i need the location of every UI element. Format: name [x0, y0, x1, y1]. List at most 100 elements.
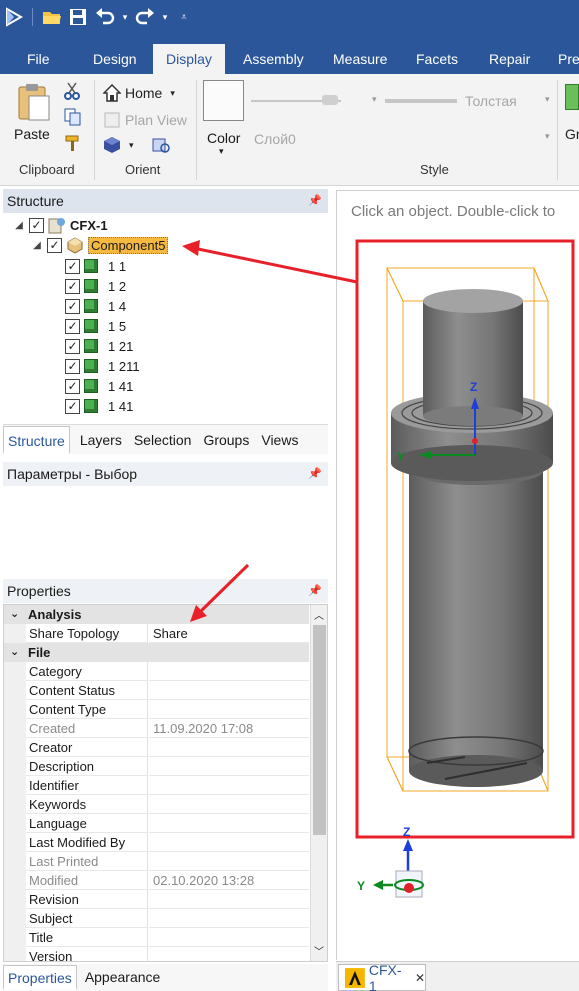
category-analysis[interactable]: ⌄ Analysis: [4, 605, 309, 624]
tree-body[interactable]: ✓ 1 41: [65, 377, 133, 395]
tree-body[interactable]: ✓ 1 21: [65, 337, 133, 355]
visibility-checkbox[interactable]: ✓: [29, 217, 44, 233]
property-row[interactable]: Identifier: [4, 776, 309, 795]
scroll-up-icon[interactable]: ︿: [314, 607, 324, 622]
property-value[interactable]: [149, 928, 309, 947]
paste-button[interactable]: Paste: [8, 80, 58, 150]
collapse-icon[interactable]: ◢: [13, 220, 25, 231]
property-value[interactable]: [149, 757, 309, 776]
property-row[interactable]: Modified 02.10.2020 13:28: [4, 871, 309, 890]
pin-icon[interactable]: 📌: [308, 462, 322, 486]
grid-button-icon[interactable]: [565, 84, 579, 110]
property-row[interactable]: Share Topology Share: [4, 624, 309, 643]
open-file-icon[interactable]: [39, 4, 65, 30]
property-row[interactable]: Keywords: [4, 795, 309, 814]
tab-selection[interactable]: Selection: [132, 426, 194, 454]
property-value[interactable]: [149, 833, 309, 852]
property-row[interactable]: Content Type: [4, 700, 309, 719]
property-row[interactable]: Subject: [4, 909, 309, 928]
view-cube-button[interactable]: ▾: [103, 136, 134, 154]
property-row[interactable]: Last Printed: [4, 852, 309, 871]
scroll-down-icon[interactable]: ﹀: [314, 943, 324, 958]
category-file[interactable]: ⌄ File: [4, 643, 309, 662]
tree-body[interactable]: ✓ 1 5: [65, 317, 126, 335]
tab-file[interactable]: File: [25, 44, 52, 74]
redo-icon[interactable]: [131, 4, 159, 30]
tab-measure[interactable]: Measure: [331, 44, 389, 74]
property-value[interactable]: [149, 700, 309, 719]
model-canvas[interactable]: Z Y Z Y: [337, 191, 579, 961]
properties-scrollbar[interactable]: ︿ ﹀: [310, 605, 327, 961]
property-value[interactable]: [149, 795, 309, 814]
property-value[interactable]: [149, 681, 309, 700]
property-row[interactable]: Version: [4, 947, 309, 961]
collapse-icon[interactable]: ◢: [31, 240, 43, 251]
tab-design[interactable]: Design: [91, 44, 139, 74]
scrollbar-thumb[interactable]: [313, 625, 326, 835]
copy-icon[interactable]: [64, 108, 82, 126]
home-button[interactable]: Home ▾: [103, 84, 175, 102]
line-weight-dropdown-icon[interactable]: ▾: [372, 94, 377, 105]
pin-icon[interactable]: 📌: [308, 579, 322, 603]
tree-root[interactable]: ◢ ✓ CFX-1: [13, 216, 108, 234]
visibility-checkbox[interactable]: ✓: [65, 278, 80, 294]
tab-appearance[interactable]: Appearance: [83, 965, 163, 990]
undo-icon[interactable]: [91, 4, 119, 30]
tree-body[interactable]: ✓ 1 211: [65, 357, 140, 375]
property-row[interactable]: Language: [4, 814, 309, 833]
property-row[interactable]: Last Modified By: [4, 833, 309, 852]
visibility-checkbox[interactable]: ✓: [65, 358, 80, 374]
layer-dropdown[interactable]: Слой0: [254, 131, 296, 147]
visibility-checkbox[interactable]: ✓: [65, 258, 80, 274]
visibility-checkbox[interactable]: ✓: [65, 378, 80, 394]
tab-views[interactable]: Views: [259, 426, 300, 454]
property-value[interactable]: Share: [149, 624, 309, 643]
close-icon[interactable]: ✕: [415, 971, 425, 985]
cut-icon[interactable]: [64, 82, 80, 100]
tree-body[interactable]: ✓ 1 1: [65, 257, 126, 275]
tab-facets[interactable]: Facets: [414, 44, 460, 74]
visibility-checkbox[interactable]: ✓: [65, 318, 80, 334]
spin-view-icon[interactable]: [150, 136, 170, 154]
customize-toolbar-icon[interactable]: ⩡: [171, 4, 197, 30]
tree-body[interactable]: ✓ 1 41: [65, 397, 133, 415]
viewport-3d[interactable]: Click an object. Double-click to Z Y Z Y: [336, 190, 579, 960]
tree-body[interactable]: ✓ 1 4: [65, 297, 126, 315]
document-tab[interactable]: CFX-1 ✕: [338, 962, 426, 991]
shaft-model[interactable]: [391, 289, 553, 787]
property-row[interactable]: Creator: [4, 738, 309, 757]
property-value[interactable]: [149, 738, 309, 757]
tab-prepare[interactable]: Pre: [556, 44, 579, 74]
color-button[interactable]: Color ▾: [203, 80, 245, 160]
property-row[interactable]: Description: [4, 757, 309, 776]
tab-repair[interactable]: Repair: [487, 44, 532, 74]
visibility-checkbox[interactable]: ✓: [65, 298, 80, 314]
visibility-checkbox[interactable]: ✓: [47, 237, 62, 253]
tree-body[interactable]: ✓ 1 2: [65, 277, 126, 295]
property-row[interactable]: Content Status: [4, 681, 309, 700]
property-row[interactable]: Created 11.09.2020 17:08: [4, 719, 309, 738]
visibility-checkbox[interactable]: ✓: [65, 338, 80, 354]
tab-assembly[interactable]: Assembly: [241, 44, 306, 74]
redo-dropdown-icon[interactable]: ▾: [159, 4, 171, 30]
property-row[interactable]: Revision: [4, 890, 309, 909]
property-row[interactable]: Title: [4, 928, 309, 947]
tree-component[interactable]: ◢ ✓ Component5: [31, 236, 169, 254]
property-value[interactable]: [149, 947, 309, 961]
property-value[interactable]: [149, 909, 309, 928]
property-value[interactable]: [149, 890, 309, 909]
property-value[interactable]: [149, 814, 309, 833]
pin-icon[interactable]: 📌: [308, 189, 322, 213]
format-painter-icon[interactable]: [64, 134, 82, 152]
tab-properties[interactable]: Properties: [3, 965, 77, 990]
plan-view-button[interactable]: Plan View: [103, 111, 187, 129]
property-row[interactable]: Category: [4, 662, 309, 681]
tab-groups[interactable]: Groups: [201, 426, 251, 454]
tab-layers[interactable]: Layers: [78, 426, 124, 454]
undo-dropdown-icon[interactable]: ▾: [119, 4, 131, 30]
visibility-checkbox[interactable]: ✓: [65, 398, 80, 414]
property-value[interactable]: [149, 776, 309, 795]
tab-structure[interactable]: Structure: [3, 425, 70, 454]
save-icon[interactable]: [65, 4, 91, 30]
property-value[interactable]: [149, 662, 309, 681]
